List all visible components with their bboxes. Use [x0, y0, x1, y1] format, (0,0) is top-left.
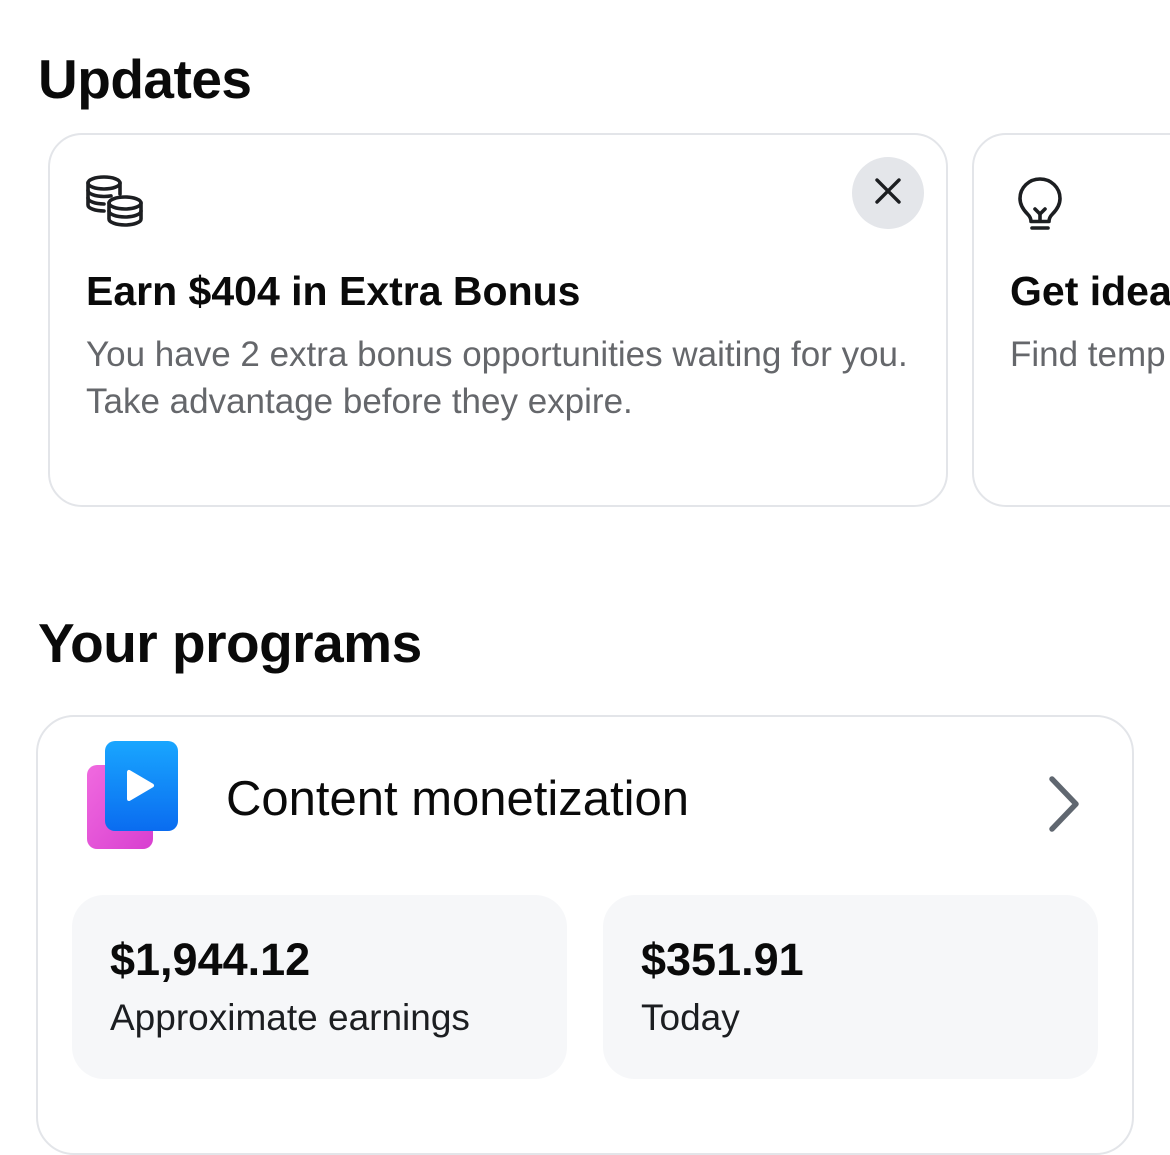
stat-value: $351.91: [641, 934, 804, 985]
dismiss-button[interactable]: [852, 157, 924, 229]
updates-heading: Updates: [38, 48, 252, 110]
update-card-extra-bonus[interactable]: Earn $404 in Extra Bonus You have 2 extr…: [48, 133, 948, 507]
update-card-title: Earn $404 in Extra Bonus: [86, 268, 581, 314]
stat-value: $1,944.12: [110, 934, 311, 985]
update-card-description: Find temp to inspire: [1010, 335, 1170, 374]
programs-heading: Your programs: [38, 612, 422, 674]
program-card-content-monetization[interactable]: Content monetization $1,944.12 Approxima…: [36, 715, 1134, 1155]
program-title: Content monetization: [226, 772, 690, 826]
content-monetization-icon: [85, 739, 180, 851]
close-icon: [874, 177, 902, 210]
updates-carousel[interactable]: Earn $404 in Extra Bonus You have 2 extr…: [0, 132, 1170, 512]
update-card-description: You have 2 extra bonus opportunities wai…: [86, 335, 908, 421]
coins-stack-icon: [84, 173, 146, 235]
today-earnings-stat: $351.91 Today: [603, 895, 1098, 1079]
update-card-get-ideas[interactable]: Get idea Find temp to inspire: [972, 133, 1170, 507]
chevron-right-icon[interactable]: [1038, 769, 1088, 839]
update-card-title: Get idea: [1010, 268, 1170, 314]
lightbulb-icon: [1010, 173, 1072, 235]
stat-label: Today: [641, 997, 740, 1038]
stat-label: Approximate earnings: [110, 997, 470, 1038]
approximate-earnings-stat: $1,944.12 Approximate earnings: [72, 895, 567, 1079]
